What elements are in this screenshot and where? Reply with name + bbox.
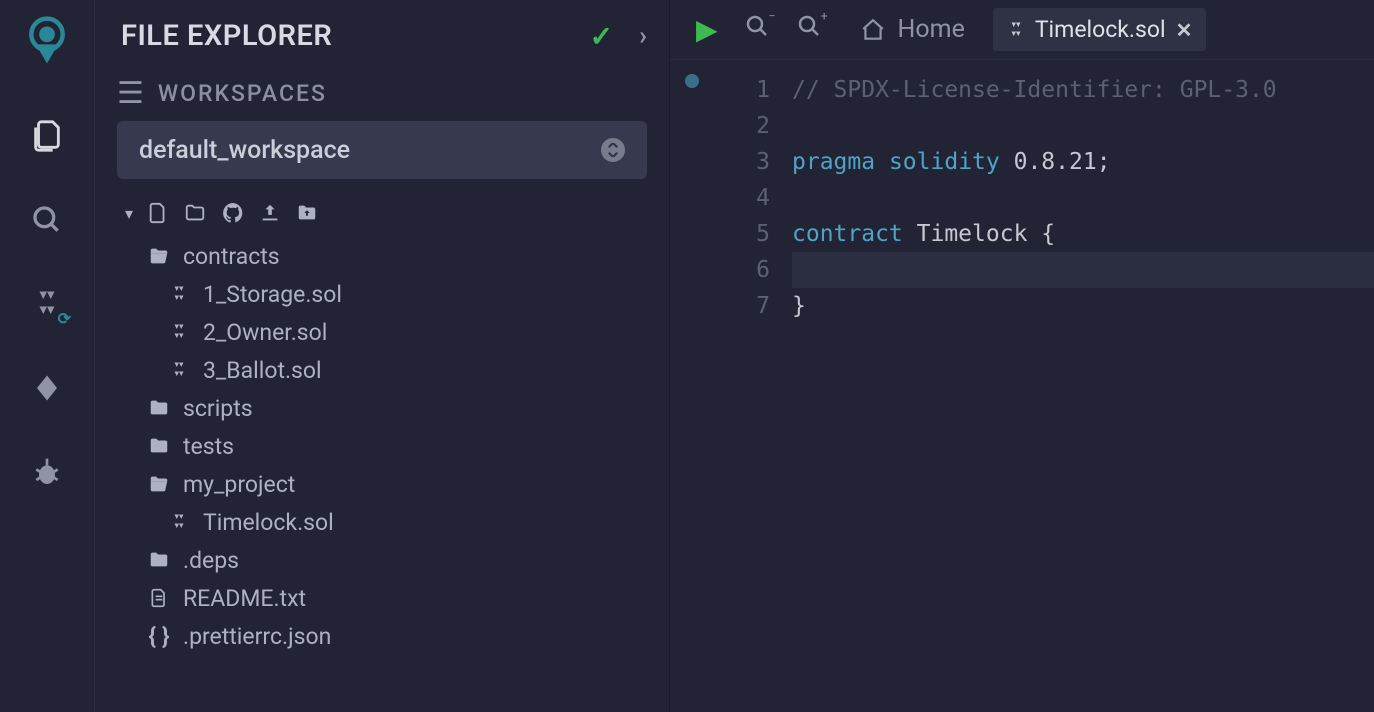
sidebar-header: FILE EXPLORER ✓ › (95, 12, 669, 60)
tree-item-label: my_project (183, 471, 295, 498)
file-explorer-sidebar: FILE EXPLORER ✓ › ☰ WORKSPACES default_w… (95, 0, 670, 712)
tree-item[interactable]: contracts (127, 237, 669, 275)
sol-icon (167, 323, 191, 341)
workspaces-label: WORKSPACES (158, 80, 327, 107)
sidebar-title: FILE EXPLORER (121, 19, 332, 53)
workspaces-row: ☰ WORKSPACES (95, 60, 669, 121)
tree-item[interactable]: .deps (127, 541, 669, 579)
tree-item[interactable]: 2_Owner.sol (127, 313, 669, 351)
upload-folder-icon[interactable] (295, 202, 319, 224)
tree-item-label: Timelock.sol (203, 509, 334, 536)
files-icon[interactable] (25, 114, 69, 158)
tree-toolbar: ▾ (95, 179, 669, 233)
activity-bar: ⟳ (0, 0, 95, 712)
modified-indicator-col (670, 60, 714, 712)
deploy-icon[interactable] (25, 366, 69, 410)
folder-icon (147, 435, 171, 457)
tab-home[interactable]: Home (860, 15, 965, 44)
solidity-compiler-icon[interactable]: ⟳ (25, 282, 69, 326)
tree-item[interactable]: Timelock.sol (127, 503, 669, 541)
tab-file-label: Timelock.sol (1035, 16, 1166, 43)
check-icon[interactable]: ✓ (590, 20, 613, 53)
select-chevron-icon (601, 138, 625, 162)
tree-item-label: README.txt (183, 585, 306, 612)
new-folder-icon[interactable] (183, 202, 207, 224)
workspace-selected: default_workspace (139, 136, 350, 165)
run-icon[interactable]: ▶ (696, 13, 718, 46)
debug-icon[interactable] (25, 450, 69, 494)
zoom-in-icon[interactable]: + (798, 15, 822, 45)
modified-dot-icon (685, 74, 699, 88)
tree-item[interactable]: 1_Storage.sol (127, 275, 669, 313)
search-icon[interactable] (25, 198, 69, 242)
tree-item[interactable]: { } .prettierrc.json (127, 617, 669, 655)
tree-item-label: 3_Ballot.sol (203, 357, 322, 384)
chevron-right-icon[interactable]: › (639, 21, 647, 51)
tree-item-label: contracts (183, 243, 280, 270)
hamburger-icon[interactable]: ☰ (117, 84, 144, 104)
tree-item[interactable]: README.txt (127, 579, 669, 617)
editor-toolbar: ▶ − + Home Timelock.sol ✕ (670, 0, 1374, 60)
tab-file-active[interactable]: Timelock.sol ✕ (993, 8, 1207, 51)
tab-home-label: Home (898, 15, 965, 44)
tree-item-label: tests (183, 433, 234, 460)
tree-item[interactable]: tests (127, 427, 669, 465)
folder-open-icon (147, 473, 171, 495)
sol-icon (167, 513, 191, 531)
code-content[interactable]: // SPDX-License-Identifier: GPL-3.0 prag… (786, 60, 1374, 712)
tree-item-label: .deps (183, 547, 239, 574)
github-icon[interactable] (221, 201, 245, 225)
tree-item-label: 2_Owner.sol (203, 319, 327, 346)
caret-down-icon[interactable]: ▾ (125, 204, 133, 223)
file-tree: contracts 1_Storage.sol 2_Owner.sol 3_Ballo… (95, 233, 669, 655)
tree-item[interactable]: scripts (127, 389, 669, 427)
new-file-icon[interactable] (147, 202, 169, 224)
close-icon[interactable]: ✕ (1176, 18, 1193, 42)
workspace-select[interactable]: default_workspace (117, 121, 647, 179)
tree-item-label: 1_Storage.sol (203, 281, 342, 308)
json-icon: { } (147, 623, 171, 650)
tree-item[interactable]: 3_Ballot.sol (127, 351, 669, 389)
folder-icon (147, 549, 171, 571)
sol-icon (167, 361, 191, 379)
folder-open-icon (147, 245, 171, 267)
line-numbers: 1234567 (714, 60, 786, 712)
editor-area: ▶ − + Home Timelock.sol ✕ 1234567 // SPD… (670, 0, 1374, 712)
upload-icon[interactable] (259, 202, 281, 224)
file-icon (147, 588, 171, 608)
remix-logo[interactable] (18, 12, 76, 70)
tree-item[interactable]: my_project (127, 465, 669, 503)
tree-item-label: scripts (183, 395, 253, 422)
code-editor[interactable]: 1234567 // SPDX-License-Identifier: GPL-… (670, 60, 1374, 712)
sol-icon (167, 285, 191, 303)
zoom-out-icon[interactable]: − (746, 15, 770, 45)
refresh-badge-icon: ⟳ (58, 309, 71, 328)
tree-item-label: .prettierrc.json (183, 623, 331, 650)
folder-icon (147, 397, 171, 419)
